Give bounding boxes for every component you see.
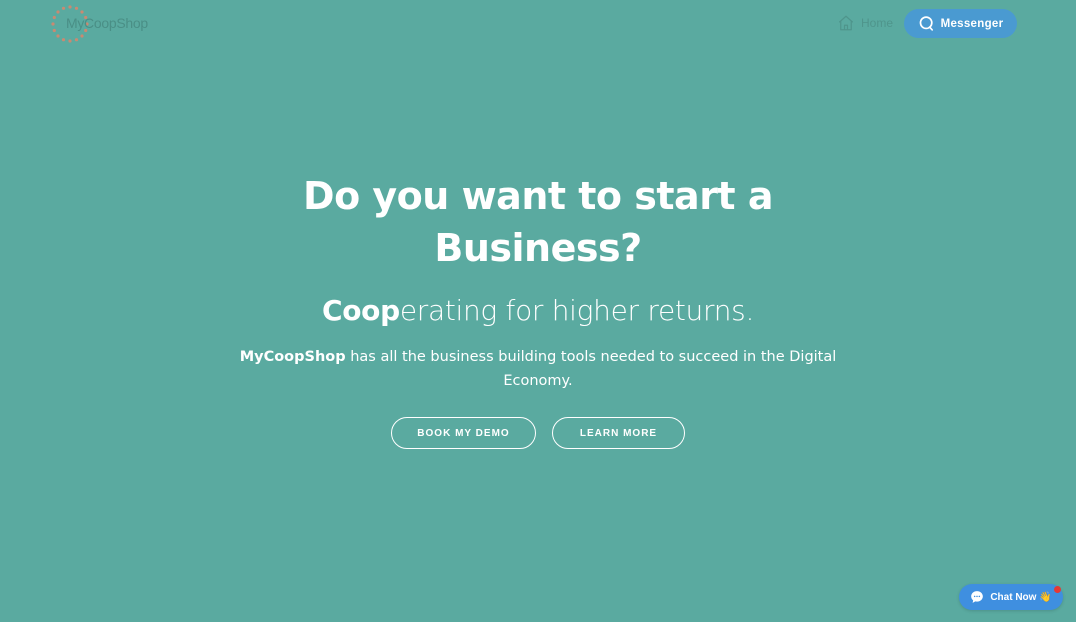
nav-home-label: Home — [861, 16, 894, 30]
chat-bubble-icon — [919, 16, 933, 31]
logo-text: MyCoopShop — [66, 15, 148, 31]
hero-desc-brand: MyCoopShop — [239, 349, 346, 365]
nav-home-link[interactable]: Home — [837, 14, 893, 32]
home-icon — [838, 15, 854, 31]
hero-subtitle-rest: erating for higher returns. — [399, 294, 755, 327]
book-demo-button[interactable]: BOOK MY DEMO — [391, 417, 536, 449]
logo[interactable]: MyCoopShop — [50, 4, 160, 44]
chat-icon — [971, 591, 984, 603]
chat-now-label: Chat Now 👋 — [990, 591, 1052, 603]
hero-description: MyCoopShop has all the business building… — [238, 345, 838, 393]
messenger-label: Messenger — [940, 17, 1004, 30]
messenger-button[interactable]: Messenger — [904, 9, 1017, 38]
chat-now-button[interactable]: Chat Now 👋 — [959, 584, 1063, 610]
hero-subtitle: Cooperating for higher returns. — [0, 291, 1076, 331]
learn-more-button[interactable]: LEARN MORE — [552, 417, 685, 449]
notification-dot — [1054, 586, 1061, 593]
hero-section: Do you want to start a Business? Coopera… — [0, 170, 1076, 449]
hero-desc-text: has all the business building tools need… — [345, 349, 837, 389]
hero-title: Do you want to start a Business? — [303, 174, 773, 270]
hero-subtitle-bold: Coop — [321, 294, 400, 327]
cta-row: BOOK MY DEMO LEARN MORE — [0, 417, 1076, 449]
